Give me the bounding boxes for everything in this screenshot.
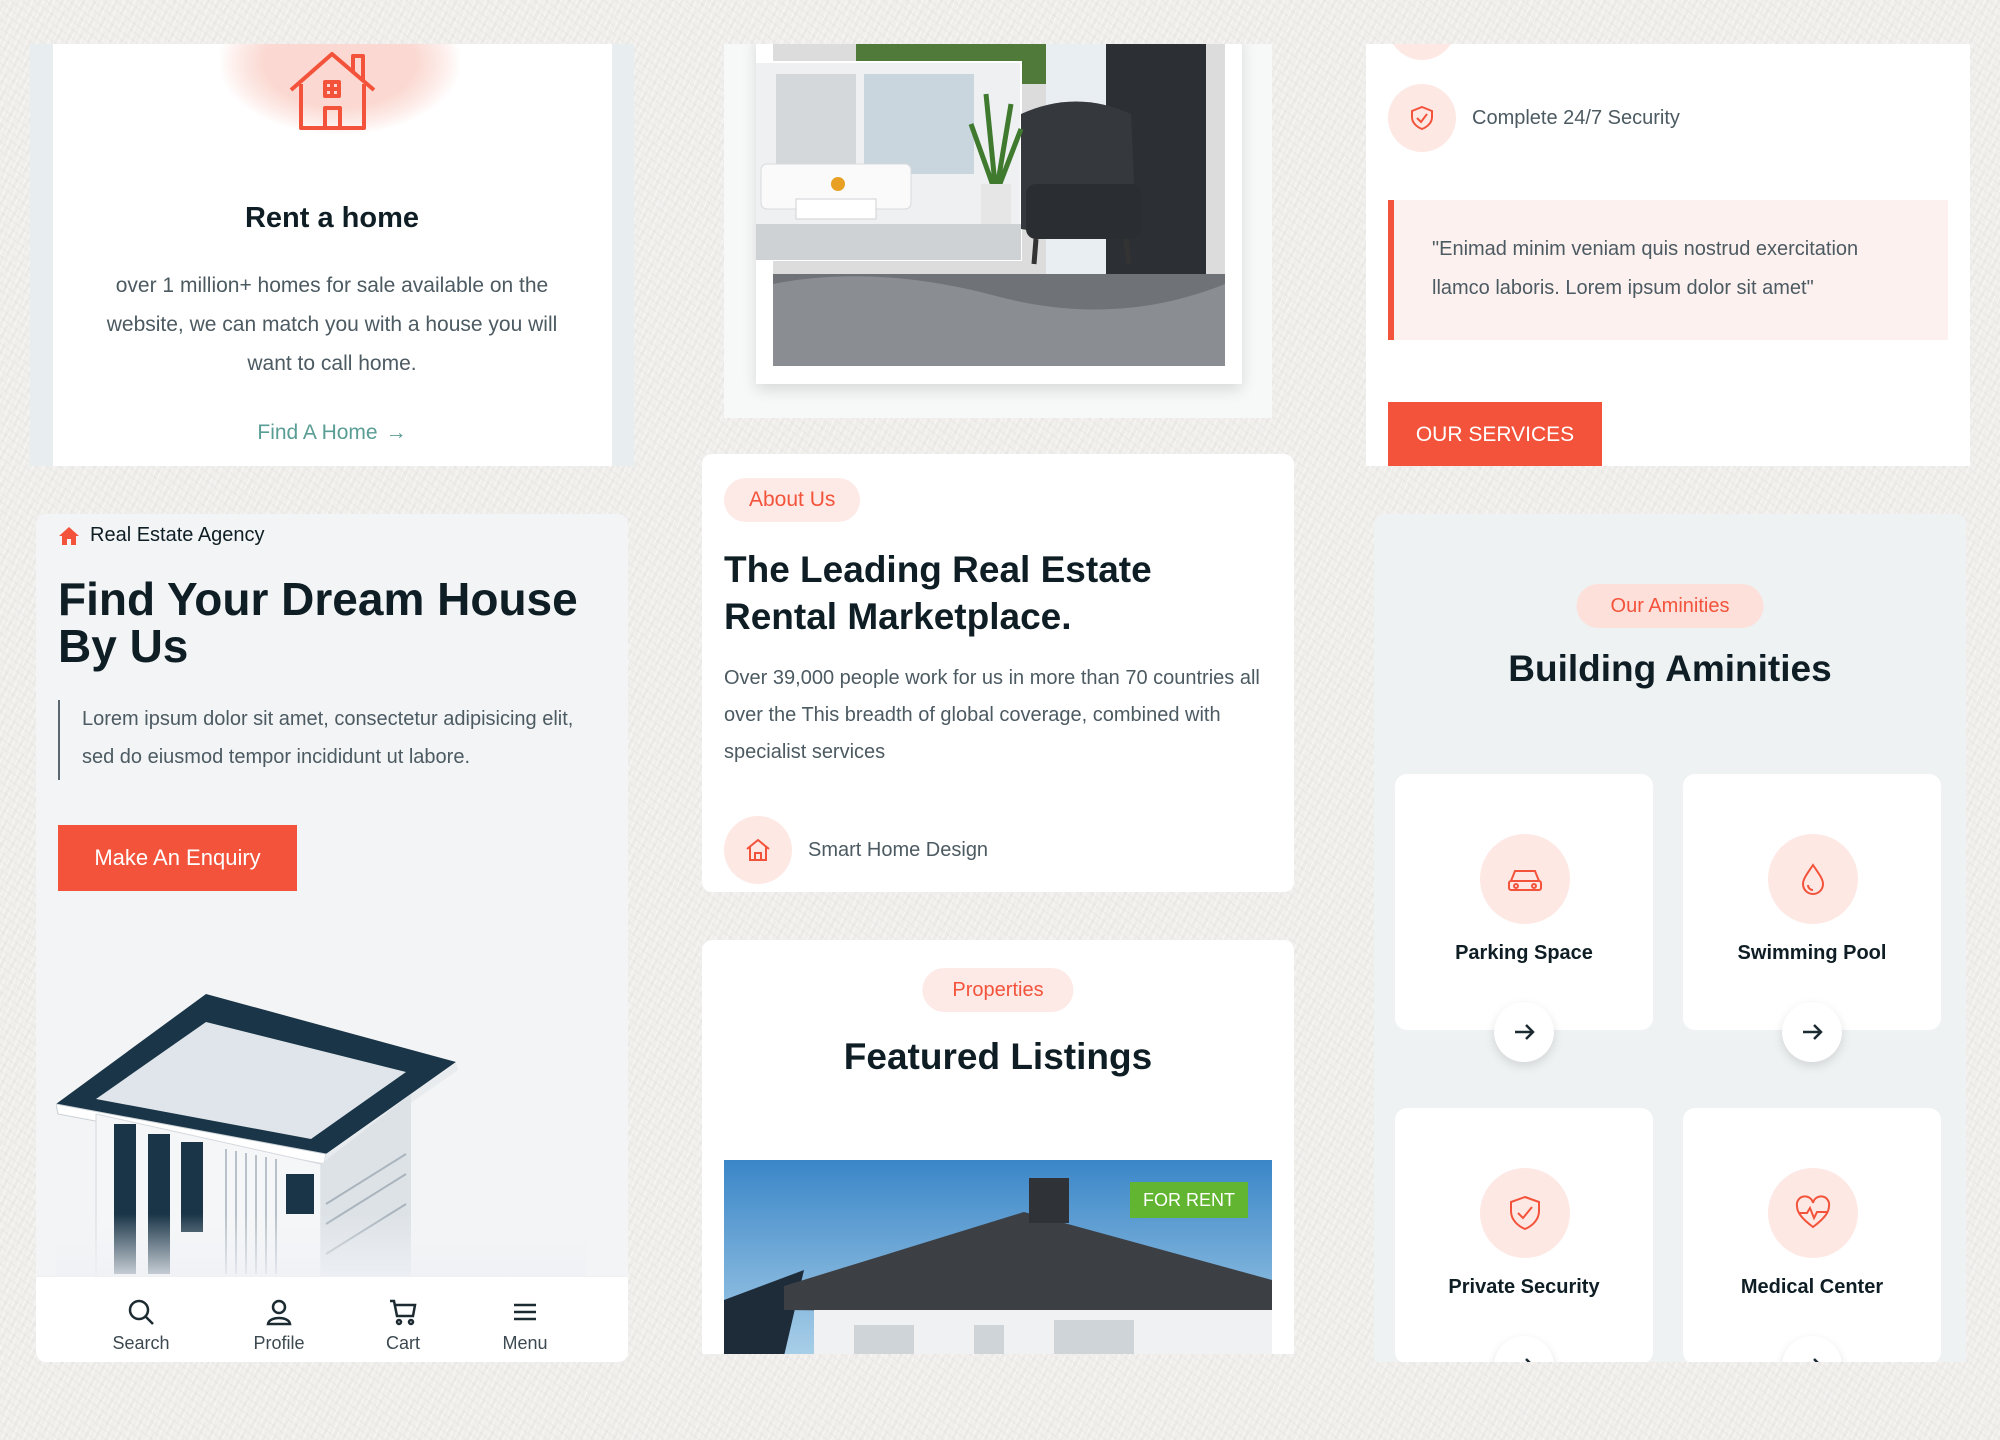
find-home-link[interactable]: Find A Home →: [30, 421, 634, 445]
testimonial-quote: "Enimad minim veniam quis nostrud exerci…: [1388, 200, 1948, 340]
nav-search[interactable]: Search: [81, 1277, 201, 1362]
amenity-card-parking[interactable]: Parking Space: [1395, 774, 1653, 1062]
nav-search-label: Search: [112, 1333, 170, 1353]
feature-icon-circle: [724, 816, 792, 884]
amenities-heading: Building Aminities: [1508, 648, 1832, 689]
nav-menu-label: Menu: [502, 1333, 548, 1353]
feature-icon-circle: [1388, 44, 1456, 60]
photo-frame: [756, 44, 1242, 384]
for-rent-badge: FOR RENT: [1130, 1182, 1248, 1218]
hero-intro: Lorem ipsum dolor sit amet, consectetur …: [58, 700, 598, 780]
make-enquiry-button[interactable]: Make An Enquiry: [58, 825, 297, 891]
amenity-icon-circle: [1768, 1168, 1858, 1258]
nav-cart-label: Cart: [385, 1333, 420, 1353]
shield-icon: [1510, 1195, 1540, 1231]
about-tag: About Us: [724, 478, 861, 522]
security-feature: Complete 24/7 Security: [1388, 84, 1680, 152]
rent-description: over 1 million+ homes for sale available…: [106, 274, 558, 375]
security-feature-label: Complete 24/7 Security: [1472, 106, 1680, 129]
amenities-card: Our Aminities Building Aminities Parking…: [1374, 514, 1966, 1362]
hero-card: Real Estate Agency Find Your Dream House…: [36, 514, 628, 1362]
home-icon: [59, 526, 79, 545]
user-icon: [266, 1299, 292, 1326]
services-card: Complete 24/7 Security "Enimad minim ven…: [1366, 44, 1970, 466]
amenity-icon-circle: [1480, 1168, 1570, 1258]
agency-label: Real Estate Agency: [58, 524, 265, 547]
home-icon: [746, 838, 770, 861]
amenity-arrow-button[interactable]: [1494, 1336, 1554, 1362]
rent-home-card: Rent a home over 1 million+ homes for sa…: [30, 44, 634, 466]
feature-icon-circle: [1388, 84, 1456, 152]
amenity-arrow-button[interactable]: [1782, 1336, 1842, 1362]
amenity-label: Medical Center: [1740, 1276, 1884, 1298]
properties-tag: Properties: [922, 968, 1074, 1012]
arrow-right-icon: →: [385, 421, 407, 444]
nav-cart[interactable]: Cart: [343, 1277, 463, 1362]
nav-profile[interactable]: Profile: [219, 1277, 339, 1362]
featured-heading: Featured Listings: [843, 1036, 1153, 1077]
search-icon: [128, 1299, 154, 1325]
nav-profile-label: Profile: [253, 1333, 305, 1353]
amenity-label: Private Security: [1448, 1276, 1600, 1298]
arrow-right-icon: [1813, 1358, 1819, 1362]
cart-icon: [390, 1299, 417, 1326]
menu-icon: [514, 1303, 536, 1321]
heart-pulse-icon: [1795, 1195, 1831, 1229]
find-home-label: Find A Home: [257, 421, 378, 444]
house-building-image: [56, 994, 586, 1289]
amenity-card-medical[interactable]: Medical Center: [1683, 1108, 1941, 1362]
agency-text: Real Estate Agency: [90, 524, 265, 546]
shield-icon: [1411, 105, 1433, 131]
nav-menu[interactable]: Menu: [465, 1277, 585, 1362]
about-heading: The Leading Real Estate Rental Marketpla…: [724, 549, 1152, 637]
amenities-tag: Our Aminities: [1576, 584, 1764, 628]
arrow-right-icon: [1803, 1024, 1823, 1040]
living-room-image: [756, 44, 1225, 366]
interior-photo-card: [724, 44, 1272, 418]
amenity-label: Parking Space: [1455, 942, 1593, 964]
amenity-card-pool[interactable]: Swimming Pool: [1683, 774, 1941, 1062]
water-drop-icon: [1801, 863, 1825, 895]
amenity-icon-circle: [1768, 834, 1858, 924]
amenity-label: Swimming Pool: [1737, 942, 1887, 964]
feature-label: Smart Home Design: [808, 838, 989, 861]
card-edge-right: [612, 44, 634, 466]
card-edge-left: [30, 44, 53, 466]
amenity-icon-circle: [1480, 834, 1570, 924]
arrow-right-icon: [1525, 1358, 1531, 1362]
smart-home-feature: Smart Home Design: [724, 816, 988, 884]
amenity-card-security[interactable]: Private Security: [1395, 1108, 1653, 1362]
rent-title: Rent a home: [244, 202, 420, 234]
our-services-button[interactable]: OUR SERVICES: [1388, 402, 1602, 466]
about-description: Over 39,000 people work for us in more t…: [724, 667, 1260, 763]
bottom-navigation: Search Profile Cart Menu: [36, 1276, 628, 1362]
hero-headline: Find Your Dream House By Us: [58, 573, 578, 672]
amenity-arrow-button[interactable]: [1494, 1002, 1554, 1062]
arrow-right-icon: [1515, 1024, 1535, 1040]
featured-listings-card: Properties Featured Listings FOR RENT: [702, 940, 1294, 1354]
house-icon: [289, 52, 376, 130]
car-icon: [1508, 870, 1542, 891]
about-card: About Us The Leading Real Estate Rental …: [702, 454, 1294, 892]
amenity-arrow-button[interactable]: [1782, 1002, 1842, 1062]
